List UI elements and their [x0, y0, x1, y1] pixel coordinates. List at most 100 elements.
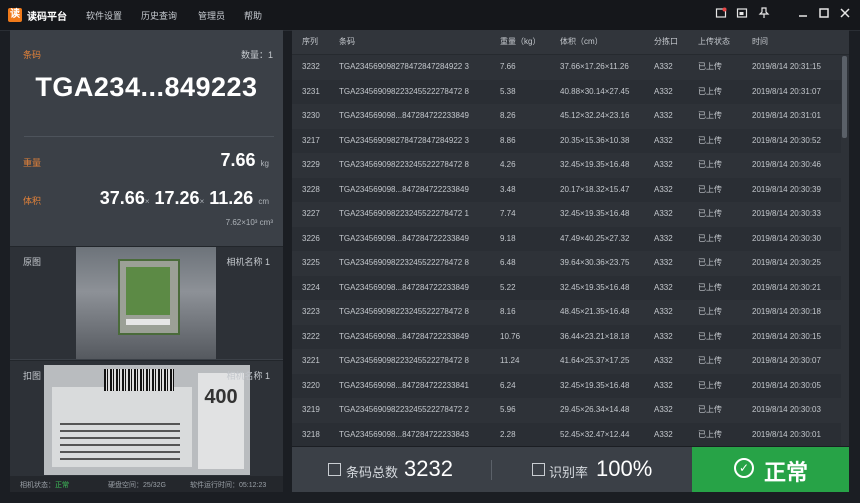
- cell-upload-status: 已上传: [698, 62, 722, 71]
- maximize-icon[interactable]: [817, 7, 831, 21]
- cell-volume: 32.45×19.35×16.48: [560, 380, 630, 390]
- screenshot-icon[interactable]: [735, 7, 749, 21]
- cell-seq: 3222: [302, 331, 320, 341]
- cell-sort-port: A332: [654, 282, 673, 292]
- col-header-sort-port[interactable]: 分拣口: [654, 30, 678, 54]
- cell-volume: 39.64×30.36×23.75: [560, 258, 630, 267]
- table-row[interactable]: 3225 TGA234569098223245522278472 8 6.48 39.…: [292, 251, 841, 275]
- table-scrollbar[interactable]: [842, 56, 847, 138]
- shipping-label-image: [52, 387, 192, 467]
- menu-admin[interactable]: 管理员: [198, 9, 225, 22]
- cell-sort-port: A332: [654, 111, 673, 120]
- cell-weight: 7.74: [500, 209, 516, 218]
- cell-barcode: TGA234569098...847284722233849: [339, 282, 469, 292]
- table-row[interactable]: 3231 TGA234569098223245522278472 8 5.38 40.…: [292, 79, 841, 104]
- cell-upload-status: 已上传: [698, 135, 722, 145]
- cell-sort-port: A332: [654, 62, 673, 71]
- original-camera-name: 相机名称 1: [226, 257, 270, 267]
- cell-weight: 3.48: [500, 184, 516, 194]
- menu-help[interactable]: 帮助: [244, 9, 262, 22]
- cell-upload-status: 已上传: [698, 111, 722, 120]
- cell-sort-port: A332: [654, 331, 673, 341]
- cell-upload-status: 已上传: [698, 233, 722, 243]
- cell-volume: 40.88×30.14×27.45: [560, 86, 630, 96]
- cell-time: 2019/8/14 20:30:30: [752, 233, 821, 243]
- col-header-upload-status[interactable]: 上传状态: [698, 30, 730, 54]
- menu-software-settings[interactable]: 软件设置: [86, 9, 122, 22]
- table-row[interactable]: 3218 TGA234569098...847284722233843 2.28 52…: [292, 422, 841, 446]
- barcode-label: 条码: [23, 50, 42, 60]
- cell-barcode: TGA234569098223245522278472 8: [339, 258, 469, 267]
- cell-barcode: TGA234569098278472847284922 3: [339, 135, 469, 145]
- cell-time: 2019/8/14 20:31:01: [752, 111, 821, 120]
- times-sign: ×: [144, 197, 150, 206]
- cell-barcode: TGA234569098...847284722233849: [339, 111, 469, 120]
- cell-weight: 9.18: [500, 233, 516, 243]
- cell-volume: 48.45×21.35×16.48: [560, 307, 630, 316]
- cell-barcode: TGA234569098223245522278472 8: [339, 86, 469, 96]
- table-row[interactable]: 3224 TGA234569098...847284722233849 5.22 32…: [292, 275, 841, 300]
- col-header-weight[interactable]: 重量（kg）: [500, 30, 540, 54]
- cell-seq: 3231: [302, 86, 320, 96]
- status-ok-button[interactable]: ✓ 正常: [692, 447, 849, 492]
- cell-time: 2019/8/14 20:30:01: [752, 429, 821, 439]
- close-icon[interactable]: [838, 7, 852, 21]
- cell-volume: 52.45×32.47×12.44: [560, 429, 630, 439]
- original-photo: [76, 247, 216, 359]
- cell-upload-status: 已上传: [698, 184, 722, 194]
- cell-weight: 5.22: [500, 282, 516, 292]
- status-ok-label: 正常: [764, 460, 809, 485]
- col-header-time[interactable]: 时间: [752, 30, 768, 54]
- cell-seq: 3221: [302, 356, 320, 365]
- table-row[interactable]: 3219 TGA234569098223245522278472 2 5.96 29.…: [292, 398, 841, 422]
- table-row[interactable]: 3223 TGA234569098223245522278472 8 8.16 48.…: [292, 300, 841, 324]
- cell-sort-port: A332: [654, 209, 673, 218]
- cell-time: 2019/8/14 20:30:46: [752, 160, 821, 169]
- cell-sort-port: A332: [654, 356, 673, 365]
- cell-seq: 3217: [302, 135, 320, 145]
- cell-sort-port: A332: [654, 429, 673, 439]
- table-row[interactable]: 3227 TGA234569098223245522278472 1 7.74 32.…: [292, 202, 841, 226]
- cell-upload-status: 已上传: [698, 429, 722, 439]
- menu-history-query[interactable]: 历史查询: [141, 9, 177, 22]
- table-row[interactable]: 3229 TGA234569098223245522278472 8 4.26 32.…: [292, 153, 841, 177]
- cell-time: 2019/8/14 20:30:52: [752, 135, 821, 145]
- table-row[interactable]: 3226 TGA234569098...847284722233849 9.18 47…: [292, 226, 841, 251]
- cell-seq: 3224: [302, 282, 320, 292]
- cell-upload-status: 已上传: [698, 331, 722, 341]
- pin-icon[interactable]: [757, 7, 771, 21]
- alert-icon[interactable]: [714, 7, 728, 21]
- cell-upload-status: 已上传: [698, 307, 722, 316]
- cell-barcode: TGA234569098223245522278472 8: [339, 356, 469, 365]
- cell-time: 2019/8/14 20:30:07: [752, 356, 821, 365]
- cell-barcode: TGA234569098223245522278472 8: [339, 307, 469, 316]
- cell-sort-port: A332: [654, 233, 673, 243]
- cell-seq: 3220: [302, 380, 320, 390]
- cell-weight: 7.66: [500, 62, 516, 71]
- col-header-seq[interactable]: 序列: [302, 30, 318, 54]
- table-row[interactable]: 3228 TGA234569098...847284722233849 3.48 20…: [292, 177, 841, 202]
- cell-upload-status: 已上传: [698, 282, 722, 292]
- table-row[interactable]: 3221 TGA234569098223245522278472 8 11.24 41…: [292, 349, 841, 373]
- cell-time: 2019/8/14 20:30:18: [752, 307, 821, 316]
- minimize-icon[interactable]: [796, 7, 810, 21]
- barcode-image: [104, 369, 174, 391]
- table-row[interactable]: 3220 TGA234569098...847284722233841 6.24 32…: [292, 373, 841, 398]
- cell-volume: 47.49×40.25×27.32: [560, 233, 630, 243]
- col-header-volume[interactable]: 体积（cm）: [560, 30, 603, 54]
- times-sign: ×: [199, 197, 205, 206]
- cell-barcode: TGA234569098...847284722233843: [339, 429, 469, 439]
- rate-value: 100%: [596, 456, 653, 481]
- cell-volume: 36.44×23.21×18.18: [560, 331, 630, 341]
- cell-upload-status: 已上传: [698, 258, 722, 267]
- col-header-barcode[interactable]: 条码: [339, 30, 355, 54]
- cell-seq: 3229: [302, 160, 320, 169]
- cell-weight: 8.26: [500, 111, 516, 120]
- weight-value: 7.66 kg: [220, 150, 269, 171]
- table-row[interactable]: 3217 TGA234569098278472847284922 3 8.86 20.…: [292, 128, 841, 153]
- table-row[interactable]: 3230 TGA234569098...847284722233849 8.26 45…: [292, 104, 841, 128]
- table-row[interactable]: 3222 TGA234569098...847284722233849 10.76 3…: [292, 324, 841, 349]
- table-row[interactable]: 3232 TGA234569098278472847284922 3 7.66 37.…: [292, 55, 841, 79]
- cell-weight: 2.28: [500, 429, 516, 439]
- cell-seq: 3232: [302, 62, 320, 71]
